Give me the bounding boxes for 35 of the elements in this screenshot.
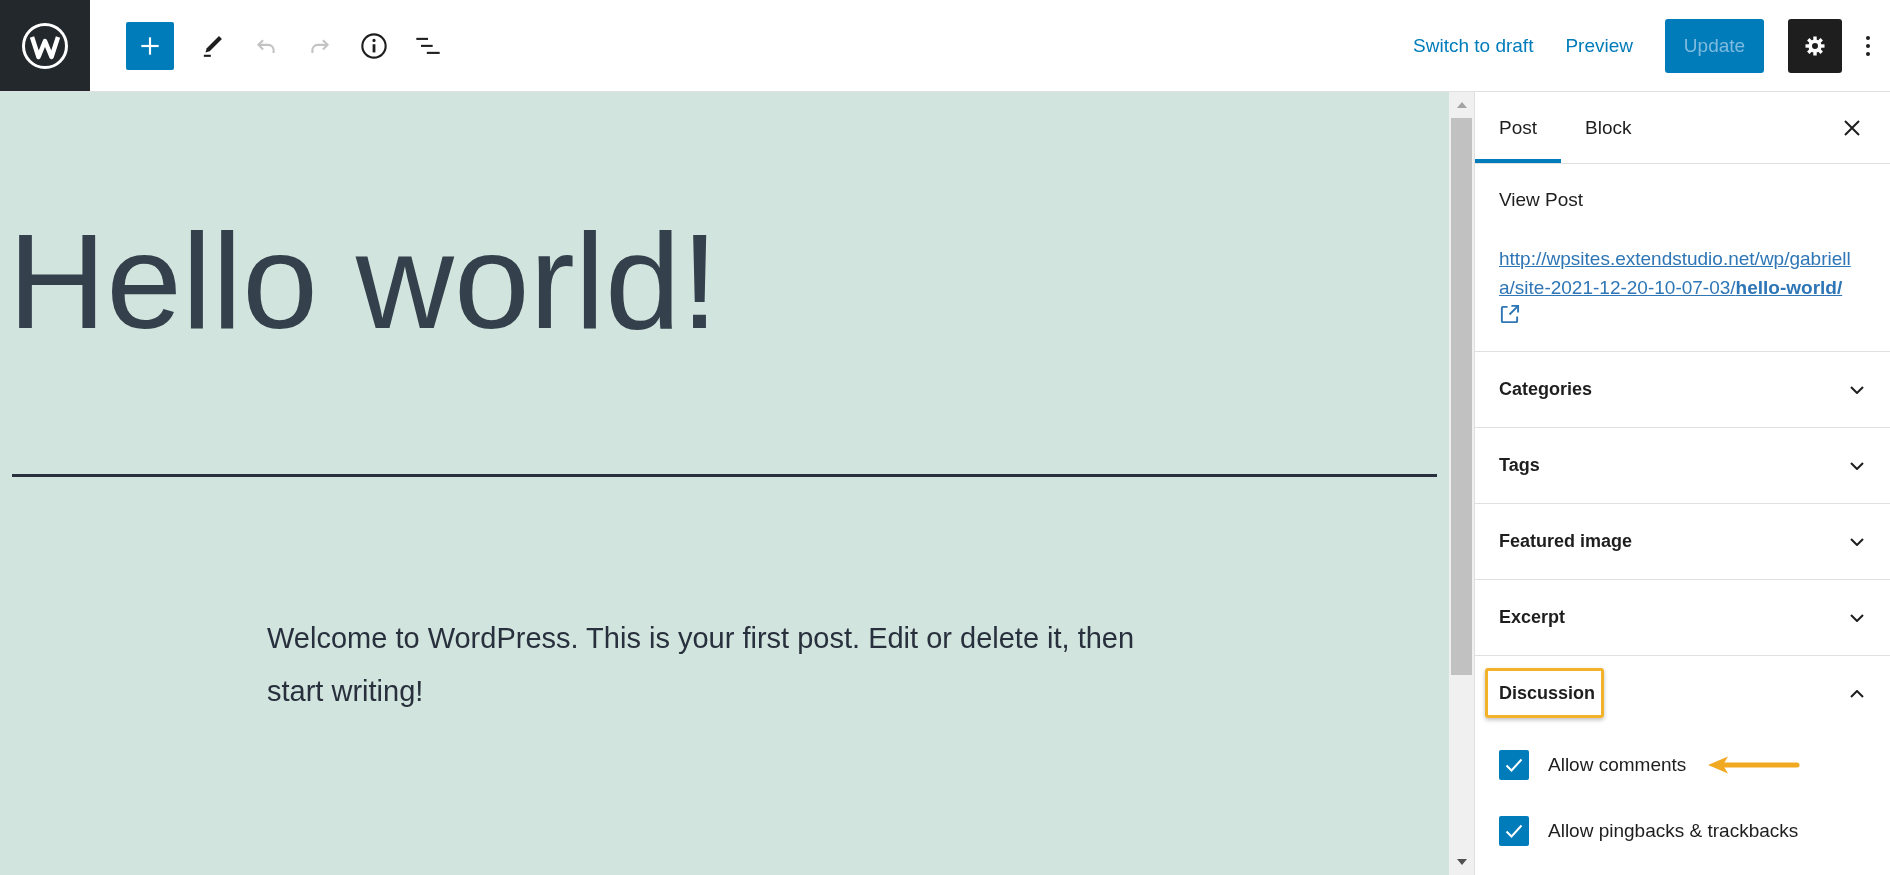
- more-icon: [1865, 33, 1871, 58]
- external-link-icon: [1499, 304, 1520, 325]
- header-link[interactable]: Preview: [1565, 28, 1633, 63]
- option-label[interactable]: Allow pingbacks & trackbacks: [1548, 820, 1799, 842]
- checkbox[interactable]: [1499, 816, 1529, 846]
- panel-toggle[interactable]: Excerpt: [1475, 580, 1890, 655]
- add-block-button[interactable]: [126, 21, 174, 70]
- settings-button[interactable]: [1788, 18, 1842, 73]
- chevron-up-icon: [1850, 689, 1864, 698]
- checkmark-icon: [1505, 824, 1523, 838]
- option-label[interactable]: Allow comments: [1548, 754, 1687, 776]
- sidebar-tab[interactable]: Post: [1475, 92, 1562, 163]
- chevron-down-icon: [1850, 537, 1864, 546]
- chevron-down-icon: [1850, 461, 1864, 470]
- chevron-down-icon: [1850, 385, 1864, 394]
- panel-toggle[interactable]: Categories: [1475, 352, 1890, 427]
- checkmark-icon: [1505, 758, 1523, 772]
- logo-icon: [22, 22, 68, 69]
- scrollbar[interactable]: [1449, 92, 1474, 875]
- panel-toggle[interactable]: Discussion: [1475, 656, 1890, 731]
- home-button[interactable]: [0, 0, 90, 91]
- sidebar-tab[interactable]: Block: [1561, 92, 1656, 163]
- chevron-down-icon: [1850, 613, 1864, 622]
- info-icon: [360, 31, 388, 60]
- panel-toggle[interactable]: Tags: [1475, 428, 1890, 503]
- header-link[interactable]: Switch to draft: [1413, 28, 1534, 63]
- scrollbar-thumb[interactable]: [1451, 118, 1472, 675]
- panel-toggle[interactable]: Featured image: [1475, 504, 1890, 579]
- post-title[interactable]: Hello world!: [8, 200, 719, 363]
- view-post-label: View Post: [1499, 188, 1585, 212]
- checkbox[interactable]: [1499, 750, 1529, 780]
- close-icon: [1844, 119, 1860, 136]
- post-link[interactable]: http://wpsites.extendstudio.net/wp/gabriella/site-2021-12-20-10-07-03/hello-world/: [1499, 244, 1857, 325]
- post-paragraph[interactable]: Welcome to WordPress. This is your first post. Edit or delete it, then start writing!: [267, 612, 1167, 718]
- scroll-down-icon[interactable]: [1456, 859, 1467, 865]
